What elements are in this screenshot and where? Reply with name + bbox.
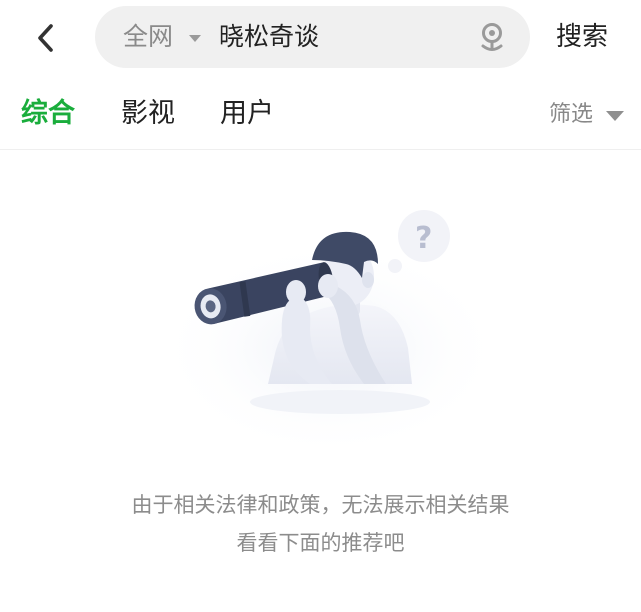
caret-down-icon bbox=[189, 35, 201, 42]
top-bar: 全网 晓松奇谈 搜索 bbox=[0, 0, 641, 78]
empty-state-suggestion: 看看下面的推荐吧 bbox=[236, 531, 405, 555]
empty-state-message: 由于相关法律和政策，无法展示相关结果 bbox=[131, 493, 510, 517]
search-button[interactable]: 搜索 bbox=[556, 19, 608, 55]
microphone-icon[interactable] bbox=[477, 22, 507, 54]
filter-button[interactable]: 筛选 bbox=[549, 100, 593, 130]
search-scope-selector[interactable]: 全网 bbox=[123, 20, 173, 54]
tab-film-tv[interactable]: 影视 bbox=[121, 96, 175, 132]
search-input[interactable]: 晓松奇谈 bbox=[219, 20, 319, 54]
tab-users[interactable]: 用户 bbox=[220, 96, 274, 132]
filter-caret-icon[interactable] bbox=[606, 111, 624, 121]
back-button[interactable] bbox=[28, 18, 64, 58]
tab-comprehensive[interactable]: 综合 bbox=[21, 96, 75, 132]
svg-text:?: ? bbox=[415, 221, 432, 256]
chevron-left-icon bbox=[38, 24, 53, 52]
search-box[interactable]: 全网 晓松奇谈 bbox=[95, 6, 530, 68]
tab-bar: 综合 影视 用户 筛选 bbox=[0, 78, 641, 150]
telescope-person-illustration: ? bbox=[155, 210, 505, 448]
